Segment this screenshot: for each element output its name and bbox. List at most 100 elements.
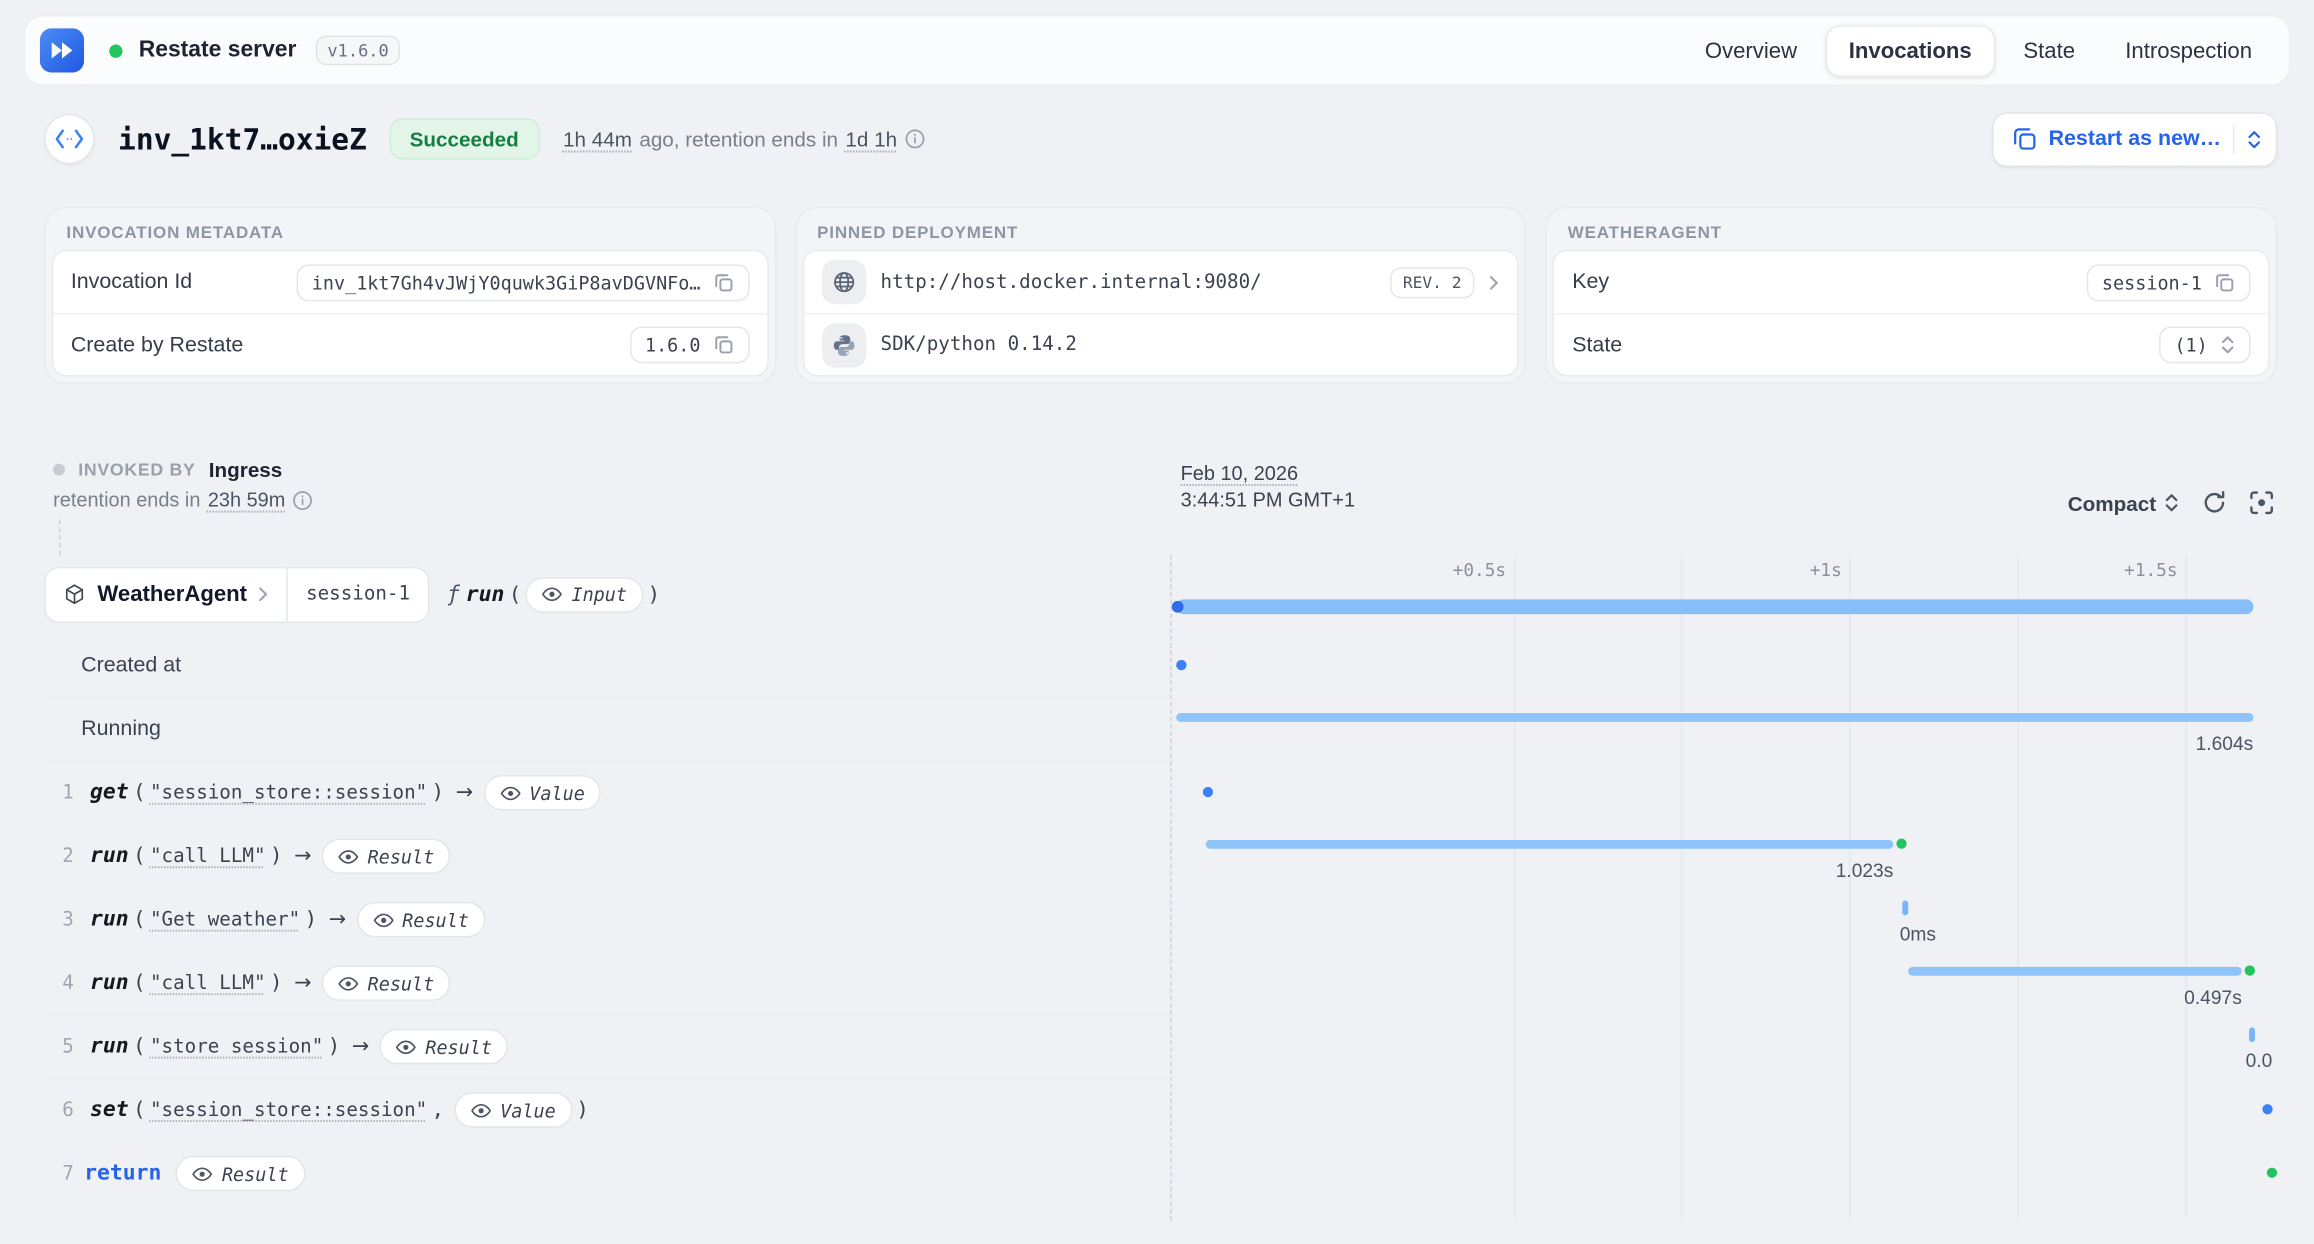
card-weatheragent: WEATHERAGENT Key session-1 State (1) bbox=[1546, 207, 2277, 384]
chevron-right-icon[interactable] bbox=[1490, 274, 1500, 290]
compact-select[interactable]: Compact bbox=[2068, 491, 2180, 515]
timeline-row bbox=[1170, 555, 2277, 635]
invoked-by-dot bbox=[53, 464, 65, 476]
trace-date[interactable]: Feb 10, 2026 bbox=[1181, 461, 1355, 487]
row-key: Key session-1 bbox=[1554, 251, 2268, 313]
trace-step-row: 6 set ( "session_store::session" , Value… bbox=[44, 1079, 2277, 1142]
event-dot[interactable] bbox=[2262, 1104, 2272, 1114]
step-arg[interactable]: "session_store::session" bbox=[150, 1099, 427, 1121]
result-badge[interactable]: Result bbox=[322, 965, 451, 1000]
function-symbol: ƒ bbox=[447, 582, 460, 606]
nav-state[interactable]: State bbox=[2001, 26, 2097, 75]
duration-label: 0ms bbox=[1900, 923, 1936, 945]
timeline-row: 0.497s bbox=[1170, 952, 2277, 1015]
value-badge[interactable]: Value bbox=[484, 775, 602, 810]
duration-bar[interactable] bbox=[1206, 840, 1893, 849]
restate-logo-icon bbox=[40, 28, 84, 72]
eye-icon bbox=[338, 975, 359, 991]
card-pinned-deployment: PINNED DEPLOYMENT http://host.docker.int… bbox=[795, 207, 1526, 384]
service-tab[interactable]: WeatherAgent bbox=[44, 566, 288, 622]
invocation-icon bbox=[44, 114, 94, 164]
timeline-row bbox=[1170, 1142, 2277, 1205]
trace-row-created: Created at bbox=[44, 635, 2277, 698]
completion-dot[interactable] bbox=[2267, 1168, 2277, 1178]
start-dot[interactable] bbox=[1172, 601, 1184, 613]
completion-dot[interactable] bbox=[1896, 838, 1906, 848]
eye-icon bbox=[542, 586, 563, 602]
sdk-version: SDK/python 0.14.2 bbox=[881, 334, 1077, 356]
trace-header-row: WeatherAgent session-1 ƒ run ( Input ) bbox=[44, 555, 2277, 635]
step-arg[interactable]: "Get weather" bbox=[150, 909, 300, 931]
info-icon[interactable] bbox=[293, 489, 314, 510]
row-endpoint[interactable]: http://host.docker.internal:9080/ REV. 2 bbox=[804, 251, 1518, 313]
row-invocation-id: Invocation Id inv_1kt7Gh4vJWjY0quwk3GiP8… bbox=[53, 251, 767, 313]
timeline-row: 1.023s bbox=[1170, 825, 2277, 888]
result-badge[interactable]: Result bbox=[356, 902, 485, 937]
copy-icon[interactable] bbox=[712, 334, 734, 356]
duration-bar[interactable] bbox=[1176, 713, 2253, 722]
retention-line: retention ends in 23h 59m bbox=[44, 489, 2277, 511]
invocation-header: inv_1kt7…oxieZ Succeeded 1h 44m ago, ret… bbox=[44, 105, 2277, 173]
trace-step-row: 5 run ( "store session" ) → Result 0.0 bbox=[44, 1016, 2277, 1079]
endpoint-url: http://host.docker.internal:9080/ bbox=[881, 271, 1262, 293]
chevron-up-down-icon[interactable] bbox=[2246, 129, 2262, 148]
eye-icon bbox=[373, 912, 394, 928]
info-icon[interactable] bbox=[905, 129, 926, 150]
age-value[interactable]: 1h 44m bbox=[563, 127, 632, 151]
result-badge[interactable]: Result bbox=[176, 1156, 305, 1191]
completion-dot[interactable] bbox=[2245, 965, 2255, 975]
result-badge[interactable]: Result bbox=[380, 1029, 509, 1064]
step-arg[interactable]: "session_store::session" bbox=[150, 782, 427, 804]
duration-bar[interactable] bbox=[1908, 967, 2242, 976]
arrow-icon: → bbox=[329, 908, 346, 932]
restart-icon bbox=[2013, 127, 2037, 151]
restate-console: Restate server v1.6.0 Overview Invocatio… bbox=[0, 15, 2314, 1244]
nav-introspection[interactable]: Introspection bbox=[2103, 26, 2274, 75]
event-dot[interactable] bbox=[1203, 787, 1213, 797]
duration-bar[interactable] bbox=[1176, 599, 2253, 614]
service-key-tab[interactable]: session-1 bbox=[288, 566, 429, 622]
card-invocation-metadata: INVOCATION METADATA Invocation Id inv_1k… bbox=[44, 207, 775, 384]
state-value-box[interactable]: (1) bbox=[2160, 326, 2251, 363]
focus-icon[interactable] bbox=[2249, 490, 2274, 515]
chevron-up-down-icon bbox=[2220, 335, 2236, 354]
copy-icon[interactable] bbox=[2214, 271, 2236, 293]
handler-name: run bbox=[466, 582, 505, 606]
server-status-dot bbox=[109, 44, 122, 57]
eye-icon bbox=[471, 1102, 492, 1118]
row-created-by: Create by Restate 1.6.0 bbox=[53, 313, 767, 375]
refresh-icon[interactable] bbox=[2202, 490, 2227, 515]
card-title: INVOCATION METADATA bbox=[52, 214, 769, 249]
copy-icon[interactable] bbox=[712, 271, 734, 293]
result-badge[interactable]: Result bbox=[322, 838, 451, 873]
nav-overview[interactable]: Overview bbox=[1683, 26, 1820, 75]
key-value-box: session-1 bbox=[2087, 264, 2250, 301]
eye-icon bbox=[396, 1038, 417, 1054]
cube-icon bbox=[63, 583, 85, 605]
duration-bar[interactable] bbox=[2249, 1027, 2255, 1042]
status-badge: Succeeded bbox=[389, 118, 539, 159]
event-dot[interactable] bbox=[1176, 660, 1186, 670]
trace-toolbar: INVOKED BY Ingress retention ends in 23h… bbox=[44, 458, 2277, 555]
step-arg[interactable]: "store session" bbox=[150, 1035, 323, 1057]
step-arg[interactable]: "call LLM" bbox=[150, 972, 266, 994]
duration-bar[interactable] bbox=[1903, 900, 1909, 915]
invoked-by-value: Ingress bbox=[209, 458, 283, 482]
timeline-row: 0.0 bbox=[1170, 1016, 2277, 1079]
value-badge[interactable]: Value bbox=[454, 1092, 572, 1127]
step-arg[interactable]: "call LLM" bbox=[150, 845, 266, 867]
trace-step-row: 4 run ( "call LLM" ) → Result 0.497s bbox=[44, 952, 2277, 1015]
revision-badge: REV. 2 bbox=[1390, 267, 1475, 298]
eye-icon bbox=[500, 785, 521, 801]
restart-as-new-button[interactable]: Restart as new… bbox=[1992, 112, 2277, 167]
arrow-icon: → bbox=[294, 971, 311, 995]
input-badge[interactable]: Input bbox=[526, 577, 644, 612]
nav-invocations[interactable]: Invocations bbox=[1825, 25, 1995, 77]
trace-grid: +0.5s+1s+1.5s WeatherAgent session-1 ƒ r… bbox=[44, 555, 2277, 1221]
timeline-row bbox=[1170, 635, 2277, 698]
retention-countdown[interactable]: 23h 59m bbox=[208, 489, 286, 511]
arrow-icon: → bbox=[456, 781, 473, 805]
retention-value[interactable]: 1d 1h bbox=[845, 127, 897, 151]
arrow-icon: → bbox=[352, 1035, 369, 1059]
card-title: WEATHERAGENT bbox=[1553, 214, 2270, 249]
